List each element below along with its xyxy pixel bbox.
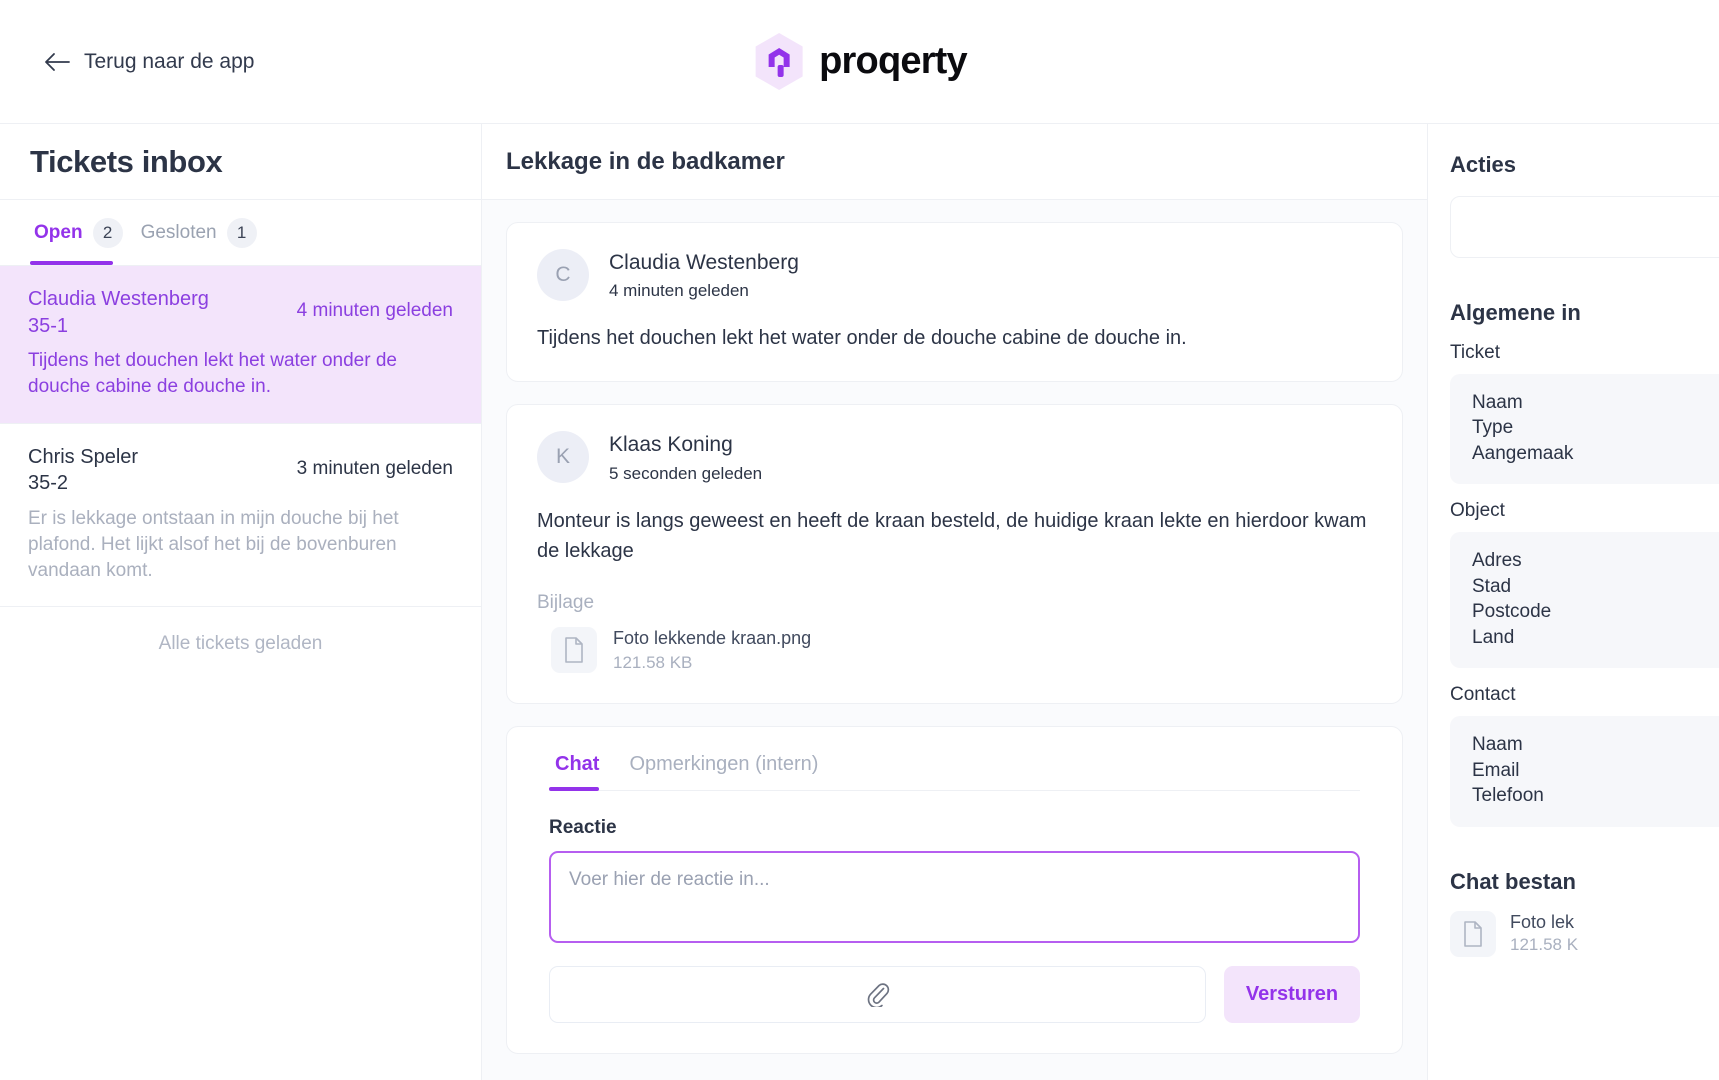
ticket-reference: 35-1 [28,314,69,337]
message-card: C Claudia Westenberg 4 minuten geleden T… [506,222,1403,383]
message-header: K Klaas Koning 5 seconden geleden [537,431,1372,484]
ticket-thread-panel: Lekkage in de badkamer C Claudia Westenb… [482,124,1427,1080]
general-info-heading: Algemene in [1450,300,1581,325]
page-title: Lekkage in de badkamer [506,147,785,175]
reaction-field-label: Reactie [549,816,617,838]
composer-tabs: Chat Opmerkingen (intern) [549,753,1360,791]
contact-field-naam: Naam [1472,734,1523,756]
message-header: C Claudia Westenberg 4 minuten geleden [537,249,1372,301]
ticket-identity: Chris Speler 35-2 [28,444,138,497]
tab-open-label: Open [34,221,83,243]
actions-heading: Acties [1450,152,1517,177]
chat-files-heading: Chat bestan [1450,868,1576,894]
back-to-app-link[interactable]: Terug naar de app [44,50,254,74]
object-field-stad: Stad [1472,575,1512,597]
object-field-postcode: Postcode [1472,601,1552,623]
ticket-name: Claudia Westenberg [28,288,209,310]
message-meta: Claudia Westenberg 4 minuten geleden [609,249,799,301]
message-timestamp: 4 minuten geleden [609,281,749,301]
chat-file-size: 121.58 K [1510,935,1579,955]
message-card: K Klaas Koning 5 seconden geleden Monteu… [506,404,1403,704]
thread-header: Lekkage in de badkamer [482,124,1427,200]
file-icon [1450,910,1496,957]
proqerty-hexagon-icon [752,32,805,91]
chat-file-meta: Foto lek 121.58 K [1510,912,1578,955]
composer-actions: Versturen [549,965,1360,1023]
tab-open[interactable]: Open 2 [30,200,127,265]
ticket-field-naam: Naam [1472,392,1523,413]
object-field-adres: Adres [1472,550,1522,572]
tickets-inbox-panel: Tickets inbox Open 2 Gesloten 1 Claudia … [0,124,482,1080]
tab-chat[interactable]: Chat [549,753,605,791]
chat-file-name: Foto lek [1510,912,1575,933]
brand-wordmark: proqerty [819,40,968,82]
contact-field-email: Email [1472,759,1520,781]
attachment-section-label: Bijlage [537,591,595,613]
back-to-app-label: Terug naar de app [84,49,255,73]
message-text: Tijdens het douchen lekt het water onder… [537,327,1187,350]
ticket-reference: 35-2 [28,472,69,495]
list-item[interactable]: Chris Speler 35-2 3 minuten geleden Er i… [0,424,481,608]
app-body: Tickets inbox Open 2 Gesloten 1 Claudia … [0,124,1719,1080]
ticket-field-aangemaakt: Aangemaak [1472,442,1574,464]
tab-gesloten[interactable]: Gesloten 1 [137,200,261,265]
message-text: Monteur is langs geweest en heeft de kra… [537,509,1367,562]
ticket-section-label: Ticket [1450,342,1500,363]
message-author: Claudia Westenberg [609,251,799,274]
attachment-meta: Foto lekkende kraan.png 121.58 KB [613,626,811,675]
send-button[interactable]: Versturen [1224,965,1360,1023]
all-tickets-loaded-label: Alle tickets geladen [158,633,323,655]
paperclip-icon [867,983,889,1008]
ticket-row-top: Claudia Westenberg 35-1 4 minuten gelede… [28,286,453,339]
top-bar: Terug naar de app proqerty [0,0,1719,124]
attach-file-button[interactable] [549,965,1206,1023]
details-panel: Acties Algemene in Ticket Naam Type Aang… [1427,124,1719,1080]
ticket-preview: Tijdens het douchen lekt het water onder… [28,350,397,398]
avatar: C [537,249,589,301]
attachment-filename: Foto lekkende kraan.png [613,627,812,648]
tab-opmerkingen-intern[interactable]: Opmerkingen (intern) [623,753,824,790]
contact-info-card: Naam Email Telefoon [1450,716,1719,827]
attachment-filesize: 121.58 KB [613,652,693,672]
ticket-timestamp: 3 minuten geleden [296,457,453,479]
contact-section-label: Contact [1450,684,1516,706]
ticket-field-type: Type [1472,417,1514,439]
attachment-item[interactable]: Foto lekkende kraan.png 121.58 KB [551,626,1372,675]
reply-composer: Chat Opmerkingen (intern) Reactie Verstu… [506,725,1403,1054]
ticket-timestamp: 4 minuten geleden [296,300,453,321]
tab-open-count: 2 [92,217,123,248]
ticket-identity: Claudia Westenberg 35-1 [28,286,209,339]
reply-input[interactable] [549,850,1360,943]
inbox-tabs: Open 2 Gesloten 1 [0,200,481,266]
message-author: Klaas Koning [609,433,733,457]
chat-files-section: Chat bestan Foto lek 121.58 K [1450,869,1719,957]
ticket-row-top: Chris Speler 35-2 3 minuten geleden [28,444,453,497]
object-field-land: Land [1472,626,1515,648]
contact-field-telefoon: Telefoon [1472,785,1544,807]
ticket-preview: Er is lekkage ontstaan in mijn douche bi… [28,507,399,582]
ticket-name: Chris Speler [28,445,139,468]
chat-file-item[interactable]: Foto lek 121.58 K [1450,910,1719,957]
tab-gesloten-count: 1 [226,217,257,248]
avatar: K [537,431,589,484]
message-meta: Klaas Koning 5 seconden geleden [609,431,762,483]
message-timestamp: 5 seconden geleden [609,463,763,483]
file-icon [551,627,597,674]
ticket-info-card: Naam Type Aangemaak [1450,374,1719,485]
list-item[interactable]: Claudia Westenberg 35-1 4 minuten gelede… [0,266,481,424]
inbox-title: Tickets inbox [30,143,223,179]
brand-logo: proqerty [752,32,968,91]
thread-scroll-area[interactable]: C Claudia Westenberg 4 minuten geleden T… [482,200,1427,1080]
arrow-left-icon [45,52,70,71]
actions-select[interactable] [1450,196,1719,258]
tab-gesloten-label: Gesloten [140,221,217,243]
object-section-label: Object [1450,500,1505,522]
inbox-header: Tickets inbox [0,124,481,200]
object-info-card: Adres Stad Postcode Land [1450,532,1719,669]
